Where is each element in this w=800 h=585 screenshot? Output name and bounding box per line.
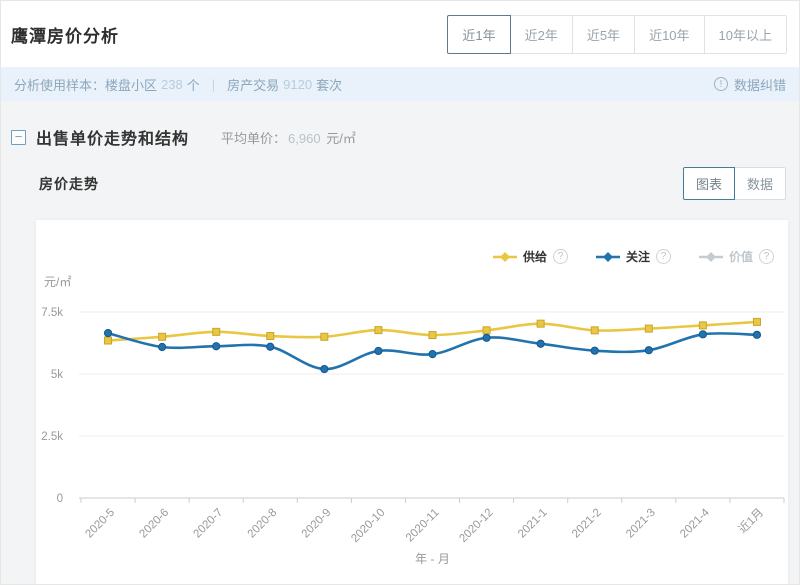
- view-tab-chart[interactable]: 图表: [683, 167, 735, 200]
- tab-over-10-years[interactable]: 10年以上: [704, 15, 787, 54]
- data-point-供给: [267, 333, 274, 340]
- x-category-label: 2020-6: [137, 507, 171, 541]
- data-point-供给: [645, 325, 652, 332]
- y-tick-label: 2.5k: [41, 431, 63, 443]
- data-point-关注: [321, 365, 328, 372]
- data-point-供给: [699, 322, 706, 329]
- price-trend-line-chart: 元/㎡ 0 2.5k 5k 7.5k 2020-5 2020-6 2020-7 2020-8 20…: [36, 220, 788, 585]
- data-point-关注: [104, 329, 111, 336]
- data-point-关注: [699, 331, 706, 338]
- price-trend-chart-card: 供给?关注?价值? 元/㎡02.5k5k7.5k2020-52020-62020…: [36, 220, 788, 585]
- data-point-供给: [321, 333, 328, 340]
- legend-item-供给[interactable]: 供给?: [493, 248, 568, 265]
- exclamation-circle-icon: !: [714, 77, 728, 91]
- tab-recent-2-years[interactable]: 近2年: [510, 15, 573, 54]
- legend-label: 价值: [729, 248, 753, 265]
- sample-count: 238: [161, 77, 183, 92]
- trend-title: 房价走势: [39, 174, 99, 194]
- average-price-unit: 元/㎡: [326, 131, 356, 146]
- legend-line-marker-icon: [493, 251, 517, 263]
- section-header: − 出售单价走势和结构 平均单价：6,960 元/㎡: [1, 101, 799, 149]
- housing-analysis-page: 鹰潭房价分析 近1年 近2年 近5年 近10年 10年以上 分析使用样本：楼盘小…: [0, 0, 800, 585]
- x-axis-title: 年 - 月: [415, 552, 450, 566]
- trend-header: 房价走势 图表 数据: [39, 167, 786, 200]
- x-category-label: 2020-12: [457, 507, 495, 545]
- x-category-label: 2020-5: [83, 507, 117, 541]
- sample-unit: 个: [187, 75, 200, 94]
- x-category-label: 2020-7: [192, 507, 226, 541]
- info-divider: |: [212, 77, 215, 92]
- legend-item-关注[interactable]: 关注?: [596, 248, 671, 265]
- trade-label: 房产交易: [227, 75, 279, 94]
- x-category-label: 近1月: [736, 506, 766, 536]
- time-range-tab-group: 近1年 近2年 近5年 近10年 10年以上: [447, 15, 787, 54]
- page-header: 鹰潭房价分析 近1年 近2年 近5年 近10年 10年以上: [1, 1, 799, 67]
- data-point-关注: [483, 334, 490, 341]
- page-title: 鹰潭房价分析: [11, 22, 119, 47]
- section-title: 出售单价走势和结构: [36, 125, 189, 149]
- x-category-label: 2020-11: [404, 507, 442, 545]
- data-point-供给: [537, 320, 544, 327]
- tab-recent-10-years[interactable]: 近10年: [634, 15, 704, 54]
- data-point-关注: [429, 351, 436, 358]
- help-question-icon[interactable]: ?: [759, 249, 774, 264]
- x-category-label: 2020-8: [246, 507, 280, 541]
- x-category-label: 2020-9: [300, 507, 334, 541]
- x-category-label: 2021-2: [570, 507, 604, 541]
- legend-line-marker-icon: [699, 251, 723, 263]
- data-correction-link[interactable]: ! 数据纠错: [714, 75, 786, 94]
- trade-count: 9120: [283, 77, 312, 92]
- data-point-供给: [105, 337, 112, 344]
- view-tab-data[interactable]: 数据: [734, 167, 786, 200]
- y-axis-unit-label: 元/㎡: [44, 275, 71, 289]
- data-point-关注: [159, 343, 166, 350]
- legend-label: 供给: [523, 248, 547, 265]
- sample-prefix: 分析使用样本：楼盘小区: [14, 75, 157, 94]
- collapse-section-icon[interactable]: −: [11, 130, 26, 145]
- x-category-label: 2021-4: [678, 506, 712, 540]
- legend-line-marker-icon: [596, 251, 620, 263]
- data-point-供给: [429, 332, 436, 339]
- data-point-供给: [483, 327, 490, 334]
- trade-unit: 套次: [316, 75, 342, 94]
- x-category-label: 2021-1: [516, 507, 550, 541]
- help-question-icon[interactable]: ?: [553, 249, 568, 264]
- tab-recent-1-year[interactable]: 近1年: [447, 15, 510, 54]
- data-point-关注: [537, 340, 544, 347]
- help-question-icon[interactable]: ?: [656, 249, 671, 264]
- y-tick-label: 7.5k: [41, 307, 63, 319]
- sample-info-text: 分析使用样本：楼盘小区 238 个 | 房产交易 9120 套次: [14, 75, 342, 94]
- tab-recent-5-years[interactable]: 近5年: [572, 15, 635, 54]
- view-toggle-group: 图表 数据: [683, 167, 786, 200]
- legend-label: 关注: [626, 248, 650, 265]
- data-point-关注: [213, 343, 220, 350]
- data-point-关注: [375, 347, 382, 354]
- data-point-关注: [645, 347, 652, 354]
- analysis-body: − 出售单价走势和结构 平均单价：6,960 元/㎡ 房价走势 图表 数据 供给…: [1, 101, 799, 585]
- y-tick-label: 5k: [51, 369, 63, 381]
- data-point-供给: [753, 318, 760, 325]
- x-category-label: 2020-10: [349, 507, 387, 545]
- data-correction-label: 数据纠错: [734, 75, 786, 94]
- average-price-value: 6,960: [288, 131, 321, 146]
- data-point-关注: [753, 331, 760, 338]
- data-point-关注: [267, 343, 274, 350]
- data-point-供给: [159, 333, 166, 340]
- x-category-label: 2021-3: [624, 507, 658, 541]
- data-point-供给: [591, 327, 598, 334]
- data-point-供给: [375, 327, 382, 334]
- y-tick-label: 0: [57, 493, 63, 505]
- sample-info-bar: 分析使用样本：楼盘小区 238 个 | 房产交易 9120 套次 ! 数据纠错: [1, 67, 799, 101]
- legend-item-价值[interactable]: 价值?: [699, 248, 774, 265]
- data-point-供给: [213, 328, 220, 335]
- average-price: 平均单价：6,960 元/㎡: [221, 128, 356, 147]
- average-price-label: 平均单价：: [221, 131, 286, 146]
- data-point-关注: [591, 347, 598, 354]
- chart-legend: 供给?关注?价值?: [493, 248, 774, 265]
